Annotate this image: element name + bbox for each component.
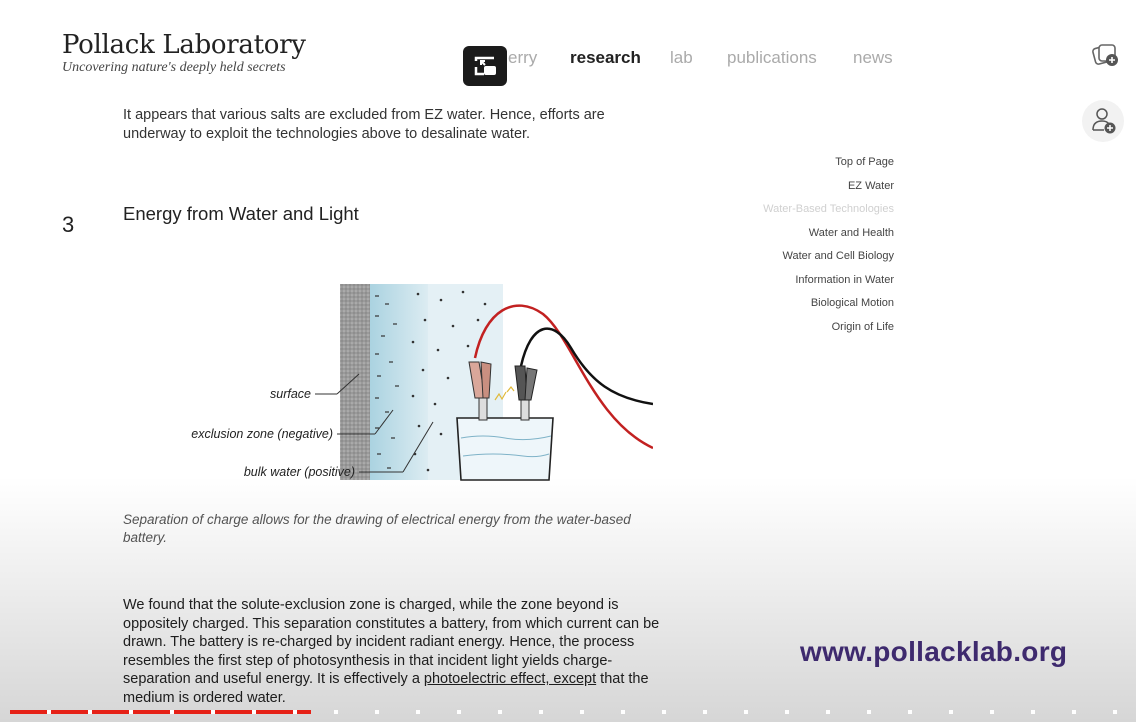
progress-gap bbox=[375, 710, 379, 714]
add-user-icon bbox=[1092, 108, 1116, 134]
toc-item-origin-of-life[interactable]: Origin of Life bbox=[700, 316, 894, 340]
progress-gap bbox=[129, 710, 133, 714]
table-of-contents: Top of Page EZ Water Water-Based Technol… bbox=[700, 151, 894, 339]
progress-gap bbox=[170, 710, 174, 714]
progress-gap bbox=[539, 710, 543, 714]
picture-in-picture-icon bbox=[474, 56, 496, 76]
body-link[interactable]: photoelectric effect, except bbox=[424, 671, 596, 687]
progress-gap bbox=[744, 710, 748, 714]
toc-item-information-in-water[interactable]: Information in Water bbox=[700, 269, 894, 293]
progress-gap bbox=[457, 710, 461, 714]
progress-gap bbox=[662, 710, 666, 714]
progress-gap bbox=[580, 710, 584, 714]
progress-gap bbox=[47, 710, 51, 714]
progress-gap bbox=[1072, 710, 1076, 714]
progress-gap bbox=[211, 710, 215, 714]
progress-gap bbox=[416, 710, 420, 714]
progress-gap bbox=[88, 710, 92, 714]
battery-diagram: surface exclusion zone (negative) bulk w… bbox=[191, 284, 654, 481]
progress-gap bbox=[908, 710, 912, 714]
add-to-queue-button[interactable] bbox=[1088, 38, 1124, 74]
label-bulk-water: bulk water (positive) bbox=[244, 465, 355, 479]
watermark-url: www.pollacklab.org bbox=[800, 636, 1068, 667]
progress-gap bbox=[498, 710, 502, 714]
toc-item-ez-water[interactable]: EZ Water bbox=[700, 175, 894, 199]
add-to-queue-icon bbox=[1092, 44, 1118, 66]
progress-gap bbox=[949, 710, 953, 714]
progress-gap bbox=[826, 710, 830, 714]
surface-region bbox=[340, 284, 370, 480]
progress-gap bbox=[867, 710, 871, 714]
progress-gap bbox=[334, 710, 338, 714]
progress-played bbox=[10, 710, 312, 714]
nav-item-news[interactable]: news bbox=[853, 48, 893, 68]
nav-item-research[interactable]: research bbox=[570, 48, 641, 68]
toc-item-biological-motion[interactable]: Biological Motion bbox=[700, 292, 894, 316]
site-tagline: Uncovering nature's deeply held secrets bbox=[62, 60, 286, 75]
label-exclusion-zone: exclusion zone (negative) bbox=[191, 427, 333, 441]
section-title: Energy from Water and Light bbox=[123, 203, 359, 224]
nav-item-lab[interactable]: lab bbox=[670, 48, 693, 68]
add-user-button[interactable] bbox=[1082, 100, 1124, 142]
progress-gap bbox=[703, 710, 707, 714]
toc-item-water-cell-biology[interactable]: Water and Cell Biology bbox=[700, 245, 894, 269]
progress-gap bbox=[785, 710, 789, 714]
toc-item-water-technologies[interactable]: Water-Based Technologies bbox=[700, 198, 894, 222]
black-wire bbox=[519, 327, 654, 406]
site-title[interactable]: Pollack Laboratory bbox=[62, 30, 306, 60]
intro-paragraph: It appears that various salts are exclud… bbox=[123, 107, 605, 142]
body-paragraph: We found that the solute-exclusion zone … bbox=[123, 596, 663, 707]
nav-item-publications[interactable]: publications bbox=[727, 48, 817, 68]
battery-container bbox=[456, 417, 554, 481]
picture-in-picture-button[interactable] bbox=[463, 46, 507, 86]
progress-gap bbox=[1113, 710, 1117, 714]
page-content: It appears that various salts are exclud… bbox=[0, 96, 1136, 722]
battery-figure: surface exclusion zone (negative) bulk w… bbox=[123, 270, 654, 500]
progress-gap bbox=[990, 710, 994, 714]
video-progress-bar[interactable] bbox=[0, 710, 1136, 714]
toc-item-water-health[interactable]: Water and Health bbox=[700, 222, 894, 246]
label-surface: surface bbox=[270, 387, 311, 401]
progress-gap bbox=[293, 710, 297, 714]
left-electrode bbox=[478, 395, 488, 421]
section-number: 3 bbox=[62, 212, 75, 237]
progress-gap bbox=[621, 710, 625, 714]
progress-gap bbox=[1031, 710, 1035, 714]
toc-item-top[interactable]: Top of Page bbox=[700, 151, 894, 175]
site-header: Pollack Laboratory Uncovering nature's d… bbox=[0, 0, 1136, 96]
figure-caption: Separation of charge allows for the draw… bbox=[123, 512, 631, 545]
progress-gap bbox=[252, 710, 256, 714]
nav-item-partial[interactable]: erry bbox=[508, 48, 537, 68]
exclusion-zone-region bbox=[368, 284, 428, 480]
